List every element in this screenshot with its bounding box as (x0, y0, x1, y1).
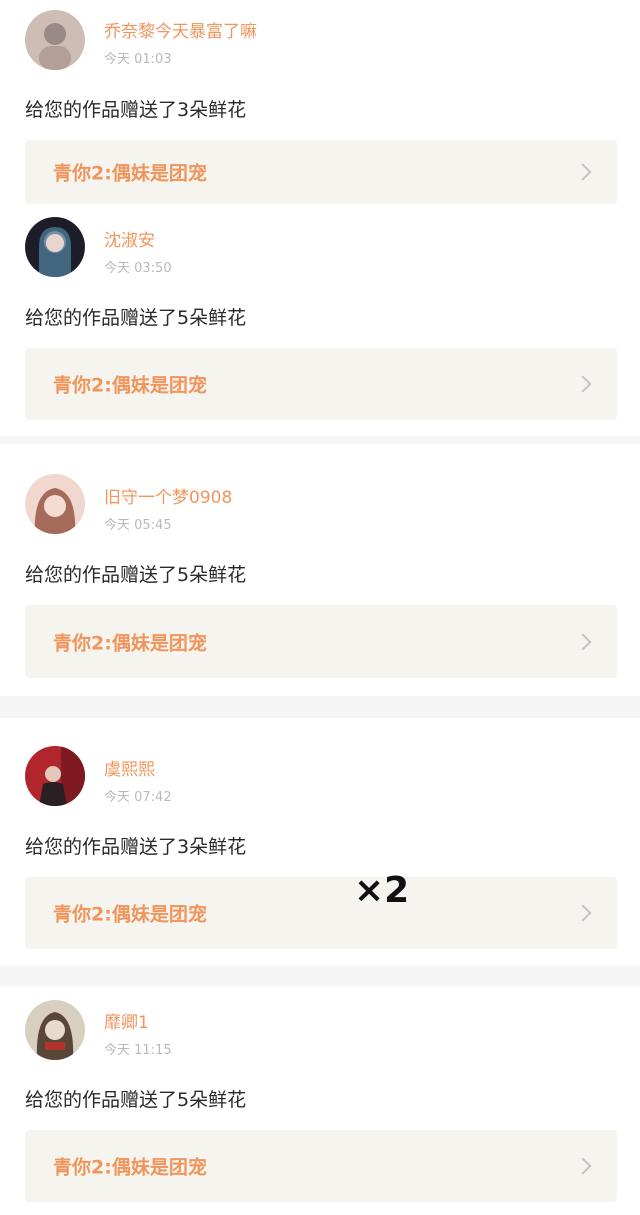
work-title: 青你2:偶妹是团宠 (53, 903, 207, 926)
section-separator (0, 436, 640, 444)
timestamp: 今天 01:03 (104, 52, 172, 67)
avatar[interactable] (25, 1000, 85, 1060)
gift-message: 给您的作品赠送了3朵鲜花 (25, 836, 247, 858)
timestamp: 今天 05:45 (104, 518, 172, 533)
user-name[interactable]: 旧守一个梦0908 (104, 483, 232, 508)
gift-notification: 虞熙熙 今天 07:42 给您的作品赠送了3朵鲜花 青你2:偶妹是团宠 (0, 718, 640, 966)
timestamp: 今天 03:50 (104, 261, 172, 276)
gift-message: 给您的作品赠送了5朵鲜花 (25, 564, 247, 586)
gift-message: 给您的作品赠送了3朵鲜花 (25, 99, 247, 121)
gift-notification: 沈淑安 今天 03:50 给您的作品赠送了5朵鲜花 青你2:偶妹是团宠 (0, 210, 640, 436)
gift-notification: 乔奈黎今天暴富了嘛 今天 01:03 给您的作品赠送了3朵鲜花 青你2:偶妹是团… (0, 0, 640, 210)
chevron-right-icon (574, 904, 592, 922)
work-card[interactable]: 青你2:偶妹是团宠 (25, 140, 617, 204)
timestamp: 今天 07:42 (104, 790, 172, 805)
work-title: 青你2:偶妹是团宠 (53, 1156, 207, 1179)
work-title: 青你2:偶妹是团宠 (53, 162, 207, 185)
work-card[interactable]: 青你2:偶妹是团宠 (25, 348, 617, 420)
work-card[interactable]: 青你2:偶妹是团宠 (25, 1130, 617, 1202)
gift-notification: 旧守一个梦0908 今天 05:45 给您的作品赠送了5朵鲜花 青你2:偶妹是团… (0, 444, 640, 696)
chevron-right-icon (574, 375, 592, 393)
work-card[interactable]: 青你2:偶妹是团宠 (25, 877, 617, 949)
gift-message: 给您的作品赠送了5朵鲜花 (25, 307, 247, 329)
user-name[interactable]: 沈淑安 (104, 226, 155, 251)
timestamp: 今天 11:15 (104, 1043, 172, 1058)
avatar[interactable] (25, 746, 85, 806)
user-name[interactable]: 靡卿1 (104, 1008, 149, 1033)
chevron-right-icon (574, 163, 592, 181)
multiplier-label: ×2 (354, 870, 410, 911)
chevron-right-icon (574, 633, 592, 650)
section-separator (0, 966, 640, 986)
work-title: 青你2:偶妹是团宠 (53, 374, 207, 397)
avatar[interactable] (25, 10, 85, 70)
avatar[interactable] (25, 217, 85, 277)
gift-message: 给您的作品赠送了5朵鲜花 (25, 1089, 247, 1111)
work-card[interactable]: 青你2:偶妹是团宠 (25, 605, 617, 678)
work-title: 青你2:偶妹是团宠 (53, 632, 207, 654)
gift-notification: 靡卿1 今天 11:15 给您的作品赠送了5朵鲜花 青你2:偶妹是团宠 (0, 986, 640, 1215)
user-name[interactable]: 虞熙熙 (104, 755, 155, 780)
user-name[interactable]: 乔奈黎今天暴富了嘛 (104, 17, 257, 42)
chevron-right-icon (574, 1157, 592, 1175)
avatar[interactable] (25, 474, 85, 534)
section-separator (0, 696, 640, 718)
